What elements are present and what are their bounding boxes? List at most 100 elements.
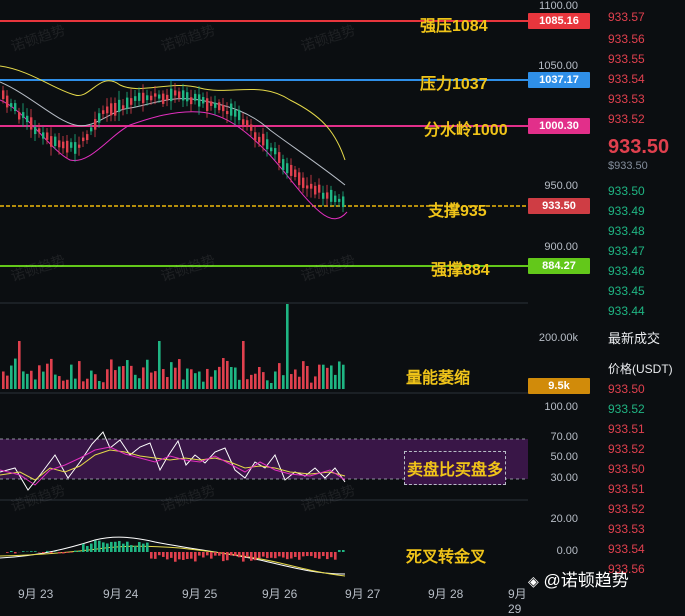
candle-body <box>46 132 48 139</box>
candle-body <box>78 145 80 148</box>
trades-header: 价格(USDT) <box>608 360 673 377</box>
volume-annotation: 量能萎缩 <box>406 364 470 388</box>
macd-histogram-bar <box>102 542 105 552</box>
date-label: 9月 28 <box>428 585 463 602</box>
bollinger-middle <box>0 82 345 185</box>
ask-price[interactable]: 933.56 <box>608 32 645 46</box>
candle-body <box>258 137 260 143</box>
macd-histogram-bar <box>170 552 173 558</box>
volume-bar <box>110 359 113 389</box>
strong-support-annotation: 强撑884 <box>431 256 490 280</box>
volume-bar <box>66 380 69 389</box>
volume-bar <box>130 366 133 389</box>
candle-body <box>194 94 196 101</box>
macd-histogram-bar <box>138 542 141 552</box>
macd-histogram-bar <box>318 552 321 559</box>
bid-price[interactable]: 933.46 <box>608 264 645 278</box>
macd-histogram-bar <box>42 552 45 553</box>
strong-support-tag: 884.27 <box>528 258 590 274</box>
price-axis[interactable]: 1100.00 1050.00 950.00 900.00 1085.16 10… <box>528 0 592 604</box>
volume-bar <box>142 367 145 389</box>
bid-price[interactable]: 933.49 <box>608 204 645 218</box>
candle-body <box>234 110 236 117</box>
candle-body <box>310 184 312 189</box>
bid-price[interactable]: 933.47 <box>608 244 645 258</box>
volume-bar <box>22 371 25 389</box>
volume-bar <box>194 373 197 389</box>
macd-histogram-bar <box>250 552 253 561</box>
volume-bar <box>286 304 289 389</box>
candle-body <box>226 111 228 114</box>
ask-price[interactable]: 933.57 <box>608 10 645 24</box>
volume-bar <box>178 359 181 389</box>
watershed-annotation: 分水岭1000 <box>424 116 508 140</box>
candle-body <box>282 159 284 170</box>
volume-bar <box>342 365 345 389</box>
macd-histogram-bar <box>86 546 89 552</box>
volume-bar <box>262 372 265 389</box>
candle-body <box>102 110 104 114</box>
volume-bar <box>314 376 317 389</box>
order-book-panel[interactable]: 933.57 933.56 933.55 933.54 933.53 933.5… <box>596 0 685 604</box>
trade-price: 933.52 <box>608 402 645 416</box>
candle-body <box>202 97 204 103</box>
macd-histogram-bar <box>150 552 153 559</box>
volume-bar <box>138 378 141 389</box>
macd-histogram-bar <box>106 543 109 552</box>
candle-body <box>166 95 168 100</box>
macd-dea-line <box>0 546 345 576</box>
candle-body <box>198 94 200 106</box>
volume-bar <box>146 360 149 389</box>
bid-price[interactable]: 933.44 <box>608 304 645 318</box>
chart-panel[interactable]: 强压1084 压力1037 分水岭1000 支撑935 强撑884 量能萎缩 卖… <box>0 0 528 604</box>
macd-histogram-bar <box>118 541 121 552</box>
trade-price: 933.50 <box>608 382 645 396</box>
volume-bar <box>6 376 9 389</box>
ask-price[interactable]: 933.55 <box>608 52 645 66</box>
ask-price[interactable]: 933.54 <box>608 72 645 86</box>
macd-histogram-bar <box>10 551 13 552</box>
macd-histogram-bar <box>246 552 249 557</box>
volume-bar <box>326 368 329 389</box>
price-axis-label: 1100.00 <box>539 0 578 12</box>
bid-price[interactable]: 933.45 <box>608 284 645 298</box>
macd-histogram-bar <box>62 552 65 553</box>
macd-histogram-bar <box>222 552 225 561</box>
candle-body <box>18 112 20 119</box>
volume-bar <box>94 374 97 389</box>
trades-title[interactable]: 最新成交 <box>608 328 660 347</box>
ask-price[interactable]: 933.53 <box>608 92 645 106</box>
macd-histogram-bar <box>146 543 149 552</box>
price-axis-label: 900.00 <box>544 241 578 253</box>
volume-bar <box>58 376 61 389</box>
ask-price[interactable]: 933.52 <box>608 112 645 126</box>
volume-bar <box>242 341 245 389</box>
candle-body <box>318 185 320 193</box>
candle-body <box>242 119 244 125</box>
volume-bar <box>46 364 49 389</box>
candle-body <box>314 186 316 195</box>
macd-histogram-bar <box>190 552 193 559</box>
volume-bar <box>226 361 229 389</box>
candle-body <box>274 148 276 154</box>
volume-bar <box>186 369 189 389</box>
volume-bar <box>10 366 13 389</box>
candle-body <box>270 148 272 152</box>
volume-bar <box>18 341 21 389</box>
macd-histogram-bar <box>342 550 345 552</box>
volume-bar <box>98 381 101 389</box>
bid-price[interactable]: 933.50 <box>608 184 645 198</box>
macd-histogram-bar <box>58 552 61 553</box>
volume-bar <box>182 380 185 389</box>
volume-bar <box>50 359 53 389</box>
candle-body <box>170 89 172 101</box>
strong-resistance-annotation: 强压1084 <box>420 12 488 36</box>
bid-price[interactable]: 933.48 <box>608 224 645 238</box>
macd-histogram-bar <box>206 552 209 555</box>
volume-bar <box>74 379 77 389</box>
candle-body <box>206 98 208 111</box>
candle-body <box>330 190 332 202</box>
volume-bar <box>306 366 309 389</box>
candle-body <box>158 95 160 99</box>
volume-bar <box>202 382 205 389</box>
